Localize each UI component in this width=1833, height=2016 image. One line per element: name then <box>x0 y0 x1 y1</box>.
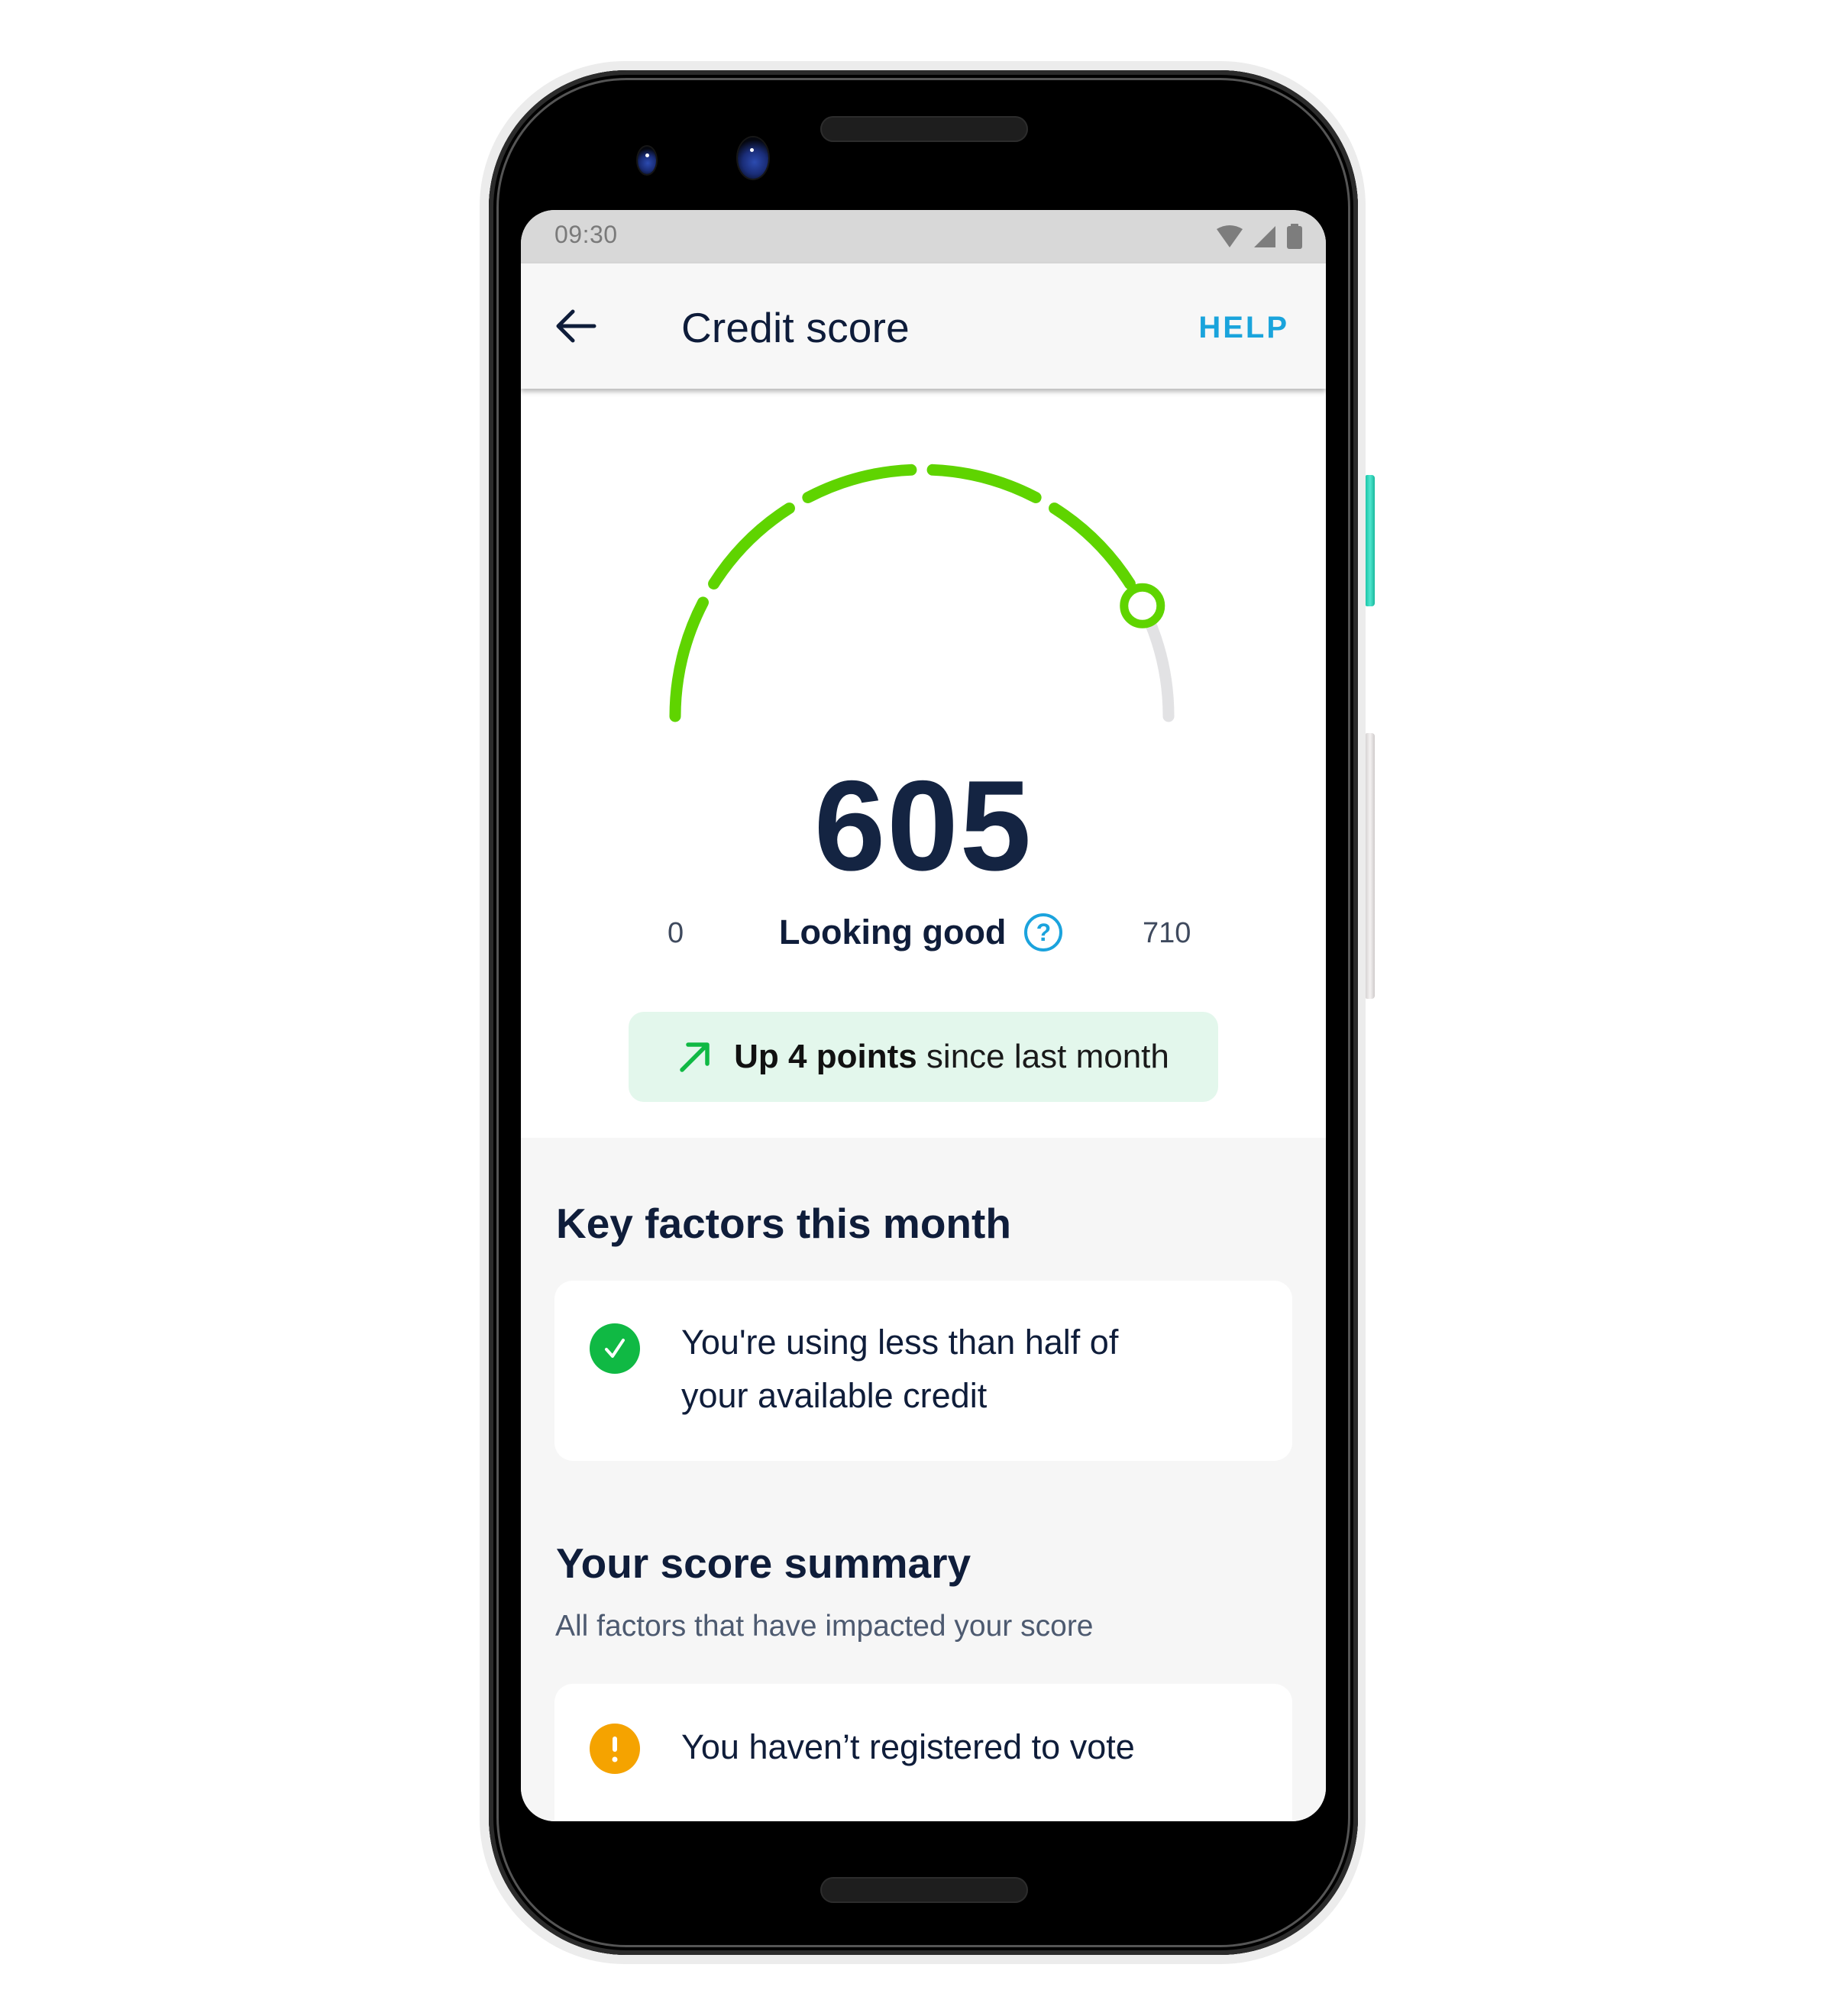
score-section: 605 0 710 Looking good ? Up 4 points sin… <box>521 389 1326 1212</box>
warning-circle-icon <box>590 1724 640 1774</box>
bottom-speaker <box>820 1877 1028 1903</box>
status-icons <box>1216 224 1303 250</box>
score-change-text: Up 4 points since last month <box>734 1038 1169 1076</box>
gauge-segment-filled <box>1049 502 1136 590</box>
arrow-up-right-icon <box>680 1042 710 1072</box>
gauge-segment-filled <box>802 464 917 503</box>
score-summary-item-text: You haven’t registered to vote <box>681 1727 1135 1766</box>
cellular-signal-icon <box>1254 226 1275 247</box>
score-summary-subtitle: All factors that have impacted your scor… <box>555 1610 1094 1643</box>
check-circle-icon <box>590 1323 640 1374</box>
volume-button <box>1366 733 1375 999</box>
factors-section: Key factors this month You're using less… <box>521 1138 1326 1821</box>
score-change-badge: Up 4 points since last month <box>629 1012 1218 1102</box>
score-change-amount: Up 4 points <box>734 1038 917 1075</box>
gauge-min-label: 0 <box>668 917 684 949</box>
gauge-segment-filled <box>669 596 709 722</box>
front-camera-small <box>638 147 656 174</box>
score-change-suffix: since last month <box>916 1038 1169 1075</box>
key-factors-title: Key factors this month <box>556 1200 1011 1247</box>
front-camera-large <box>738 137 768 179</box>
status-time: 09:30 <box>554 221 618 248</box>
back-button[interactable] <box>553 303 599 349</box>
gauge-segment-filled <box>708 502 795 590</box>
key-factor-card[interactable]: You're using less than half of your avai… <box>554 1281 1292 1461</box>
gauge-max-label: 710 <box>1143 917 1191 949</box>
earpiece-speaker <box>820 116 1028 142</box>
key-factor-line-2: your available credit <box>681 1376 988 1415</box>
score-summary-title: Your score summary <box>556 1539 971 1587</box>
score-summary-card[interactable]: You haven’t registered to vote <box>554 1684 1292 1821</box>
arrow-left-icon <box>556 309 596 343</box>
key-factor-line-1: You're using less than half of <box>681 1323 1119 1362</box>
battery-icon <box>1287 224 1302 249</box>
key-factor-text: You're using less than half of your avai… <box>681 1316 1231 1423</box>
status-bar: 09:30 <box>521 210 1326 263</box>
score-status: Looking good ? <box>779 913 1063 952</box>
help-button[interactable]: HELP <box>1198 311 1289 345</box>
gauge-segment-filled <box>926 464 1042 503</box>
gauge-score-marker <box>1120 583 1165 628</box>
score-value: 605 <box>813 754 1033 897</box>
help-circle-icon[interactable]: ? <box>1024 913 1063 951</box>
score-status-label: Looking good <box>779 913 1007 951</box>
power-button <box>1366 475 1375 606</box>
page-title: Credit score <box>681 304 910 351</box>
phone-screen: 09:30 Credit score HELP 605 0 710 Lookin… <box>521 210 1326 1821</box>
wifi-icon <box>1217 225 1243 247</box>
app-bar: Credit score HELP <box>521 263 1326 389</box>
